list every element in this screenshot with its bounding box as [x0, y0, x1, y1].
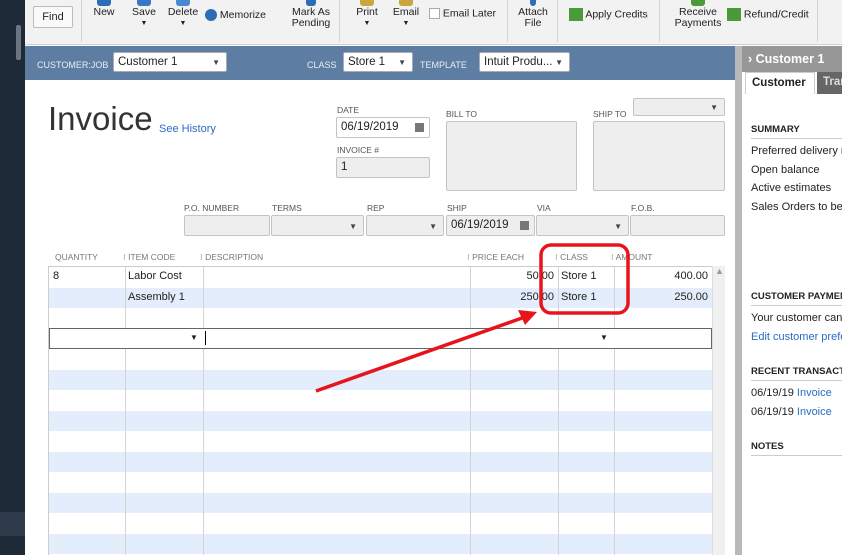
annotation-overlay: [315, 243, 630, 393]
annotation-arrow: [315, 316, 523, 393]
annotation-highlight-box: [539, 243, 630, 315]
